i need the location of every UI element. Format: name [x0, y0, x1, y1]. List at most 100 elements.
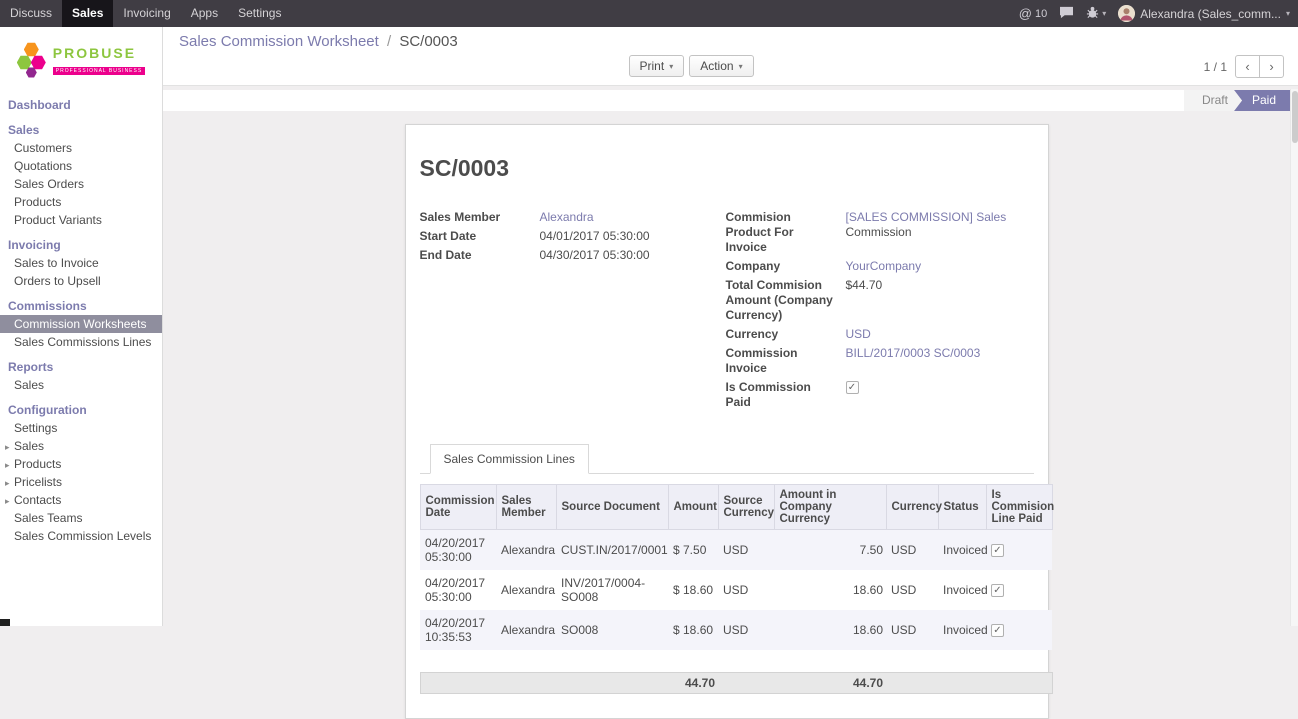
table-row[interactable]: 04/20/2017 05:30:00AlexandraINV/2017/000… [420, 570, 1052, 610]
field-link-commission-invoice[interactable]: BILL/2017/0003 SC/0003 [846, 346, 981, 360]
pager: 1 / 1 ‹› [1204, 55, 1284, 78]
sidebar-item-customers[interactable]: Customers [0, 139, 162, 157]
field-sales-member: Sales MemberAlexandra [420, 210, 726, 225]
sidebar-item-label: Pricelists [14, 475, 62, 489]
line-paid-checkbox: ✓ [991, 584, 1004, 597]
column-header-is-commision-line-paid[interactable]: Is Commision Line Paid [986, 485, 1052, 530]
sidebar-item-sales-orders[interactable]: Sales Orders [0, 175, 162, 193]
probuse-logo: PROBUSE PROFESSIONAL BUSINESS [0, 27, 162, 95]
company-amount-total: 44.70 [774, 673, 886, 694]
cell-company-amount: 18.60 [774, 570, 886, 610]
form-sheet: SC/0003 Sales MemberAlexandraStart Date0… [405, 124, 1049, 719]
print-button[interactable]: Print ▾ [629, 55, 685, 77]
column-header-source-currency[interactable]: Source Currency [718, 485, 774, 530]
sidebar-item-sales-commission-levels[interactable]: Sales Commission Levels [0, 527, 162, 545]
breadcrumb-parent-link[interactable]: Sales Commission Worksheet [179, 33, 379, 50]
cell-source-document: INV/2017/0004-SO008 [556, 570, 668, 610]
action-button[interactable]: Action ▾ [689, 55, 753, 77]
column-header-amount[interactable]: Amount [668, 485, 718, 530]
sidebar-item-label: Sales Teams [14, 511, 82, 525]
top-menu-sales[interactable]: Sales [62, 0, 113, 27]
sidebar-item-sales-commissions-lines[interactable]: Sales Commissions Lines [0, 333, 162, 351]
logo-subtitle: PROFESSIONAL BUSINESS [53, 67, 145, 75]
field-link-company[interactable]: YourCompany [846, 259, 922, 273]
top-menu-invoicing[interactable]: Invoicing [113, 0, 180, 27]
sheet-area: SC/0003 Sales MemberAlexandraStart Date0… [163, 111, 1298, 719]
top-menu-apps[interactable]: Apps [181, 0, 228, 27]
sidebar-section-sales[interactable]: Sales [0, 120, 162, 139]
print-button-label: Print [640, 59, 665, 73]
column-header-source-document[interactable]: Source Document [556, 485, 668, 530]
sidebar-item-pricelists[interactable]: ▸Pricelists [0, 473, 162, 491]
sidebar-item-orders-to-upsell[interactable]: Orders to Upsell [0, 272, 162, 290]
status-draft[interactable]: Draft [1184, 90, 1242, 111]
field-link-sales-member[interactable]: Alexandra [540, 210, 594, 224]
sidebar-item-sales[interactable]: Sales [0, 376, 162, 394]
column-header-sales-member[interactable]: Sales Member [496, 485, 556, 530]
field-value: [SALES COMMISSION] SalesCommission [846, 210, 1007, 240]
user-name: Alexandra (Sales_comm... [1140, 7, 1281, 21]
field-label: Start Date [420, 229, 540, 244]
debug-menu-button[interactable]: ▾ [1086, 6, 1106, 22]
user-menu[interactable]: Alexandra (Sales_comm... ▾ [1118, 5, 1290, 22]
pager-next-button[interactable]: › [1259, 55, 1284, 78]
top-menu-discuss[interactable]: Discuss [0, 0, 62, 27]
sidebar-menu: DashboardSalesCustomersQuotationsSales O… [0, 95, 162, 545]
status-paid[interactable]: Paid [1234, 90, 1290, 111]
sidebar-item-quotations[interactable]: Quotations [0, 157, 162, 175]
field-commission-invoice: Commission InvoiceBILL/2017/0003 SC/0003 [726, 346, 1034, 376]
sidebar-item-commission-worksheets[interactable]: Commission Worksheets [0, 315, 162, 333]
top-menu-settings[interactable]: Settings [228, 0, 291, 27]
control-panel: Sales Commission Worksheet / SC/0003 Pri… [163, 27, 1298, 86]
field-link-commision-product-for-invoice[interactable]: [SALES COMMISSION] Sales [846, 210, 1007, 224]
sidebar-item-sales-teams[interactable]: Sales Teams [0, 509, 162, 527]
sidebar-item-product-variants[interactable]: Product Variants [0, 211, 162, 229]
field-groups: Sales MemberAlexandraStart Date04/01/201… [420, 210, 1034, 414]
bug-icon [1086, 6, 1099, 22]
column-header-commission-date[interactable]: Commission Date [420, 485, 496, 530]
logo-hexagons-icon [17, 42, 47, 79]
table-row[interactable]: 04/20/2017 05:30:00AlexandraCUST.IN/2017… [420, 530, 1052, 571]
sidebar-section-dashboard[interactable]: Dashboard [0, 95, 162, 114]
column-header-currency[interactable]: Currency [886, 485, 938, 530]
statusbar: DraftPaid [163, 90, 1290, 111]
field-label: Currency [726, 327, 846, 342]
cell-sales-member: Alexandra [496, 570, 556, 610]
sidebar-section-invoicing[interactable]: Invoicing [0, 235, 162, 254]
sidebar-section-reports[interactable]: Reports [0, 357, 162, 376]
column-header-status[interactable]: Status [938, 485, 986, 530]
sidebar-item-label: Products [14, 457, 61, 471]
field-value: 04/30/2017 05:30:00 [540, 248, 650, 263]
tab-sales-commission-lines[interactable]: Sales Commission Lines [430, 444, 589, 474]
cell-status: Invoiced [938, 530, 986, 571]
sidebar-section-configuration[interactable]: Configuration [0, 400, 162, 419]
table-row[interactable]: 04/20/2017 10:35:53AlexandraSO008$ 18.60… [420, 610, 1052, 650]
action-button-label: Action [700, 59, 733, 73]
sidebar-item-products[interactable]: Products [0, 193, 162, 211]
sidebar-item-contacts[interactable]: ▸Contacts [0, 491, 162, 509]
sidebar-item-products[interactable]: ▸Products [0, 455, 162, 473]
column-header-amount-in-company-currency[interactable]: Amount in Company Currency [774, 485, 886, 530]
scrollbar-thumb[interactable] [1292, 91, 1298, 143]
chevron-down-icon: ▾ [739, 62, 743, 71]
cell-status: Invoiced [938, 570, 986, 610]
line-paid-checkbox: ✓ [991, 624, 1004, 637]
topbar-right: @ 10 ▾ Alexandra (Sales_comm... ▾ [1019, 0, 1298, 27]
cell-amount: $ 18.60 [668, 610, 718, 650]
notifications-indicator[interactable]: @ 10 [1019, 6, 1047, 21]
sidebar-item-label: Settings [14, 421, 57, 435]
field-commision-product-for-invoice: Commision Product For Invoice[SALES COMM… [726, 210, 1034, 255]
sidebar-item-sales[interactable]: ▸Sales [0, 437, 162, 455]
sidebar-item-settings[interactable]: Settings [0, 419, 162, 437]
sidebar-item-sales-to-invoice[interactable]: Sales to Invoice [0, 254, 162, 272]
pager-previous-button[interactable]: ‹ [1235, 55, 1260, 78]
main-content: Sales Commission Worksheet / SC/0003 Pri… [163, 27, 1298, 626]
field-link-currency[interactable]: USD [846, 327, 871, 341]
notification-count: 10 [1035, 8, 1047, 20]
sidebar-section-commissions[interactable]: Commissions [0, 296, 162, 315]
vertical-scrollbar[interactable] [1290, 89, 1298, 626]
cell-source-document: SO008 [556, 610, 668, 650]
chevron-down-icon: ▾ [669, 62, 673, 71]
messages-button[interactable] [1059, 6, 1074, 22]
top-navbar: DiscussSalesInvoicingAppsSettings @ 10 ▾… [0, 0, 1298, 27]
